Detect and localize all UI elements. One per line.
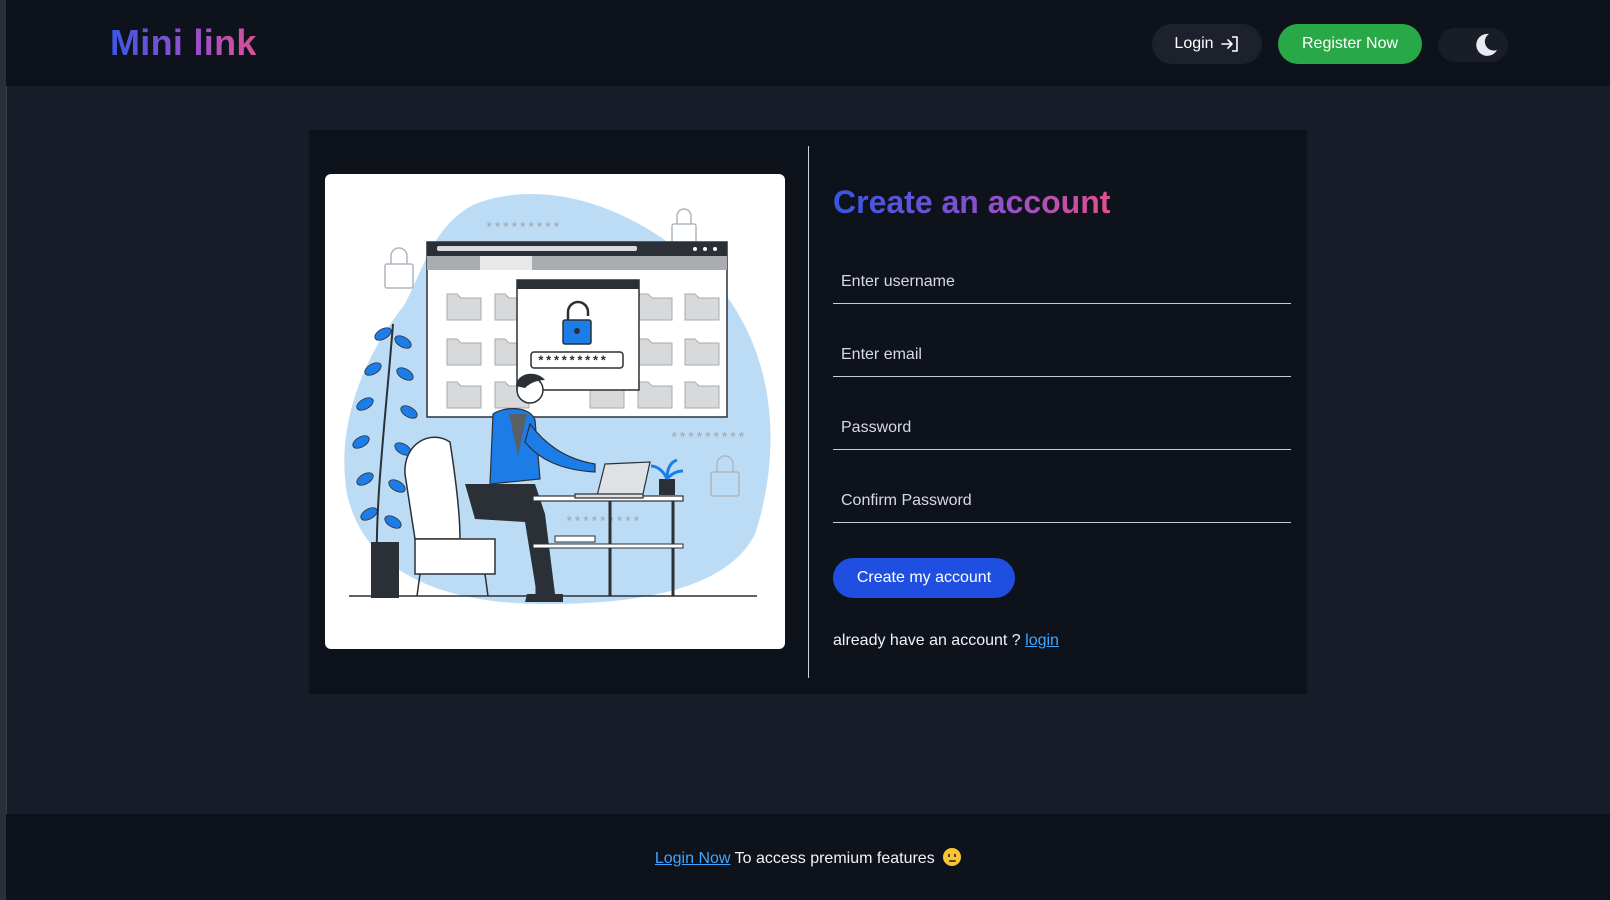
already-text: already have an account ? [833, 632, 1021, 649]
security-illustration: ********* ********* ********* ********* [325, 174, 785, 649]
login-link[interactable]: login [1025, 632, 1059, 649]
register-now-button[interactable]: Register Now [1278, 24, 1422, 64]
already-have-account: already have an account ? login [833, 632, 1059, 650]
password-mask-top: ********* [485, 221, 561, 237]
browser-window: ********* [426, 241, 728, 418]
email-field[interactable] [833, 333, 1291, 377]
register-card: ********* ********* ********* ********* … [309, 130, 1307, 694]
footer-login-now-link[interactable]: Login Now [655, 850, 731, 867]
side-strip [0, 0, 7, 900]
footer-message: Login Now To access premium features [6, 848, 1610, 868]
moon-icon [1476, 33, 1497, 56]
nav-login-button[interactable]: Login [1152, 24, 1262, 64]
password-mask-right: ********* [670, 431, 746, 447]
login-icon [1220, 36, 1238, 52]
vertical-divider [808, 146, 809, 678]
username-field[interactable] [833, 260, 1291, 304]
illustration-svg: ********* ********* ********* ********* [344, 194, 771, 604]
create-account-button[interactable]: Create my account [833, 558, 1015, 598]
logo[interactable]: Mini link [110, 22, 257, 64]
neutral-face-icon [943, 848, 962, 866]
password-field[interactable] [833, 406, 1291, 450]
footer-text: To access premium features [734, 850, 935, 867]
dialog-password-mask: ********* [537, 354, 607, 369]
theme-toggle[interactable] [1438, 28, 1508, 62]
navbar: Mini link Login Register Now [6, 0, 1610, 86]
confirm-password-field[interactable] [833, 479, 1291, 523]
lock-icon-left [384, 247, 414, 289]
password-mask-bottom: ********* [565, 515, 641, 531]
nav-login-label: Login [1174, 35, 1214, 52]
lock-icon-top [671, 208, 697, 245]
footer: Login Now To access premium features [6, 814, 1610, 900]
form-title: Create an account [833, 184, 1111, 220]
